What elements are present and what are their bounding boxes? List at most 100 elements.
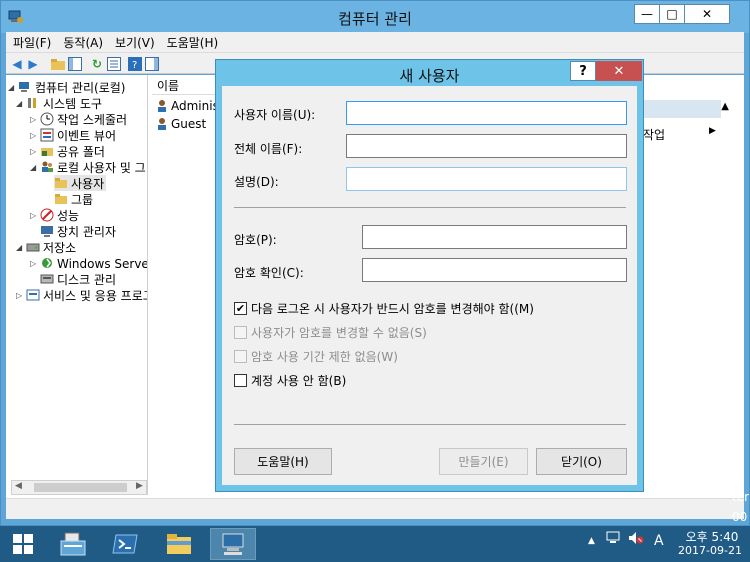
description-input[interactable]	[346, 167, 627, 191]
collapsed-arrow-icon: ▷	[30, 258, 37, 268]
file-explorer-icon	[167, 534, 191, 554]
show-hide-tree-icon[interactable]	[67, 56, 83, 72]
list-item[interactable]: Guest	[155, 116, 206, 132]
action-more[interactable]: 작업 ▶	[643, 126, 721, 143]
refresh-icon[interactable]: ↻	[89, 56, 105, 72]
collapse-up-icon[interactable]: ▲	[721, 101, 729, 112]
volume-muted-icon[interactable]	[628, 531, 644, 548]
tree-item-device-manager[interactable]: 장치 관리자	[40, 223, 116, 239]
expanded-arrow-icon: ◢	[30, 162, 37, 172]
tree-label: 서비스 및 응용 프로그	[43, 288, 148, 303]
menu-file[interactable]: 파일(F)	[13, 34, 51, 51]
tree-label: 디스크 관리	[57, 272, 117, 287]
expanded-arrow-icon: ◢	[16, 98, 23, 108]
tree-item-root[interactable]: ◢ 컴퓨터 관리(로컬)	[8, 79, 125, 95]
tree-item-storage[interactable]: ◢ 저장소	[16, 239, 76, 255]
tree-horizontal-scrollbar[interactable]: ◀ ▶	[11, 480, 147, 495]
up-folder-icon[interactable]	[50, 56, 66, 72]
backup-icon	[42, 258, 52, 268]
menu-help[interactable]: 도움말(H)	[167, 34, 219, 51]
collapsed-arrow-icon: ▷	[30, 210, 37, 220]
help-button[interactable]: 도움말(H)	[234, 448, 332, 475]
scroll-right-arrow-icon[interactable]: ▶	[136, 481, 143, 491]
account-disabled-checkbox[interactable]: 계정 사용 안 함(B)	[234, 372, 346, 389]
dialog-help-button[interactable]: ?	[570, 61, 596, 81]
user-icon	[158, 118, 166, 130]
cannot-change-password-checkbox[interactable]: 사용자가 암호를 변경할 수 없음(S)	[234, 324, 427, 341]
start-button[interactable]	[0, 528, 46, 560]
tree-label: 공유 폴더	[57, 144, 105, 159]
clock-date[interactable]: 2017-09-21	[675, 544, 745, 557]
clock-icon	[40, 112, 54, 126]
checkbox-unchecked-icon	[234, 374, 247, 387]
tree-label: 컴퓨터 관리(로컬)	[35, 80, 126, 95]
tree-item-task-scheduler[interactable]: ▷ 작업 스케줄러	[30, 111, 127, 127]
password-never-expires-checkbox[interactable]: 암호 사용 기간 제한 없음(W)	[234, 348, 398, 365]
collapsed-arrow-icon: ▷	[16, 290, 23, 300]
network-icon[interactable]	[606, 531, 622, 548]
submenu-arrow-icon: ▶	[709, 126, 716, 136]
tree-item-disk-management[interactable]: 디스크 관리	[40, 271, 116, 287]
dialog-body: 사용자 이름(U): 전체 이름(F): 설명(D): 암호(P): 암호 확인…	[222, 86, 637, 485]
taskbar-server-manager[interactable]	[50, 528, 96, 560]
taskbar-powershell[interactable]	[102, 528, 148, 560]
username-input[interactable]	[346, 101, 627, 125]
status-bar	[6, 498, 744, 519]
checkbox-label: 사용자가 암호를 변경할 수 없음(S)	[251, 326, 427, 340]
confirm-password-input[interactable]	[362, 258, 627, 282]
dialog-close-button[interactable]: ✕	[596, 61, 642, 81]
tree-item-local-users-groups[interactable]: ◢ 로컬 사용자 및 그	[30, 159, 146, 175]
create-button[interactable]: 만들기(E)	[439, 448, 528, 475]
tree-item-system-tools[interactable]: ◢ 시스템 도구	[16, 95, 102, 111]
checkbox-label: 암호 사용 기간 제한 없음(W)	[251, 350, 398, 364]
password-label: 암호(P):	[234, 233, 277, 247]
tree-item-users[interactable]: 사용자	[54, 175, 107, 191]
tray-overflow-arrow-icon[interactable]: ▲	[588, 536, 595, 546]
show-hide-action-pane-icon[interactable]	[144, 56, 160, 72]
forward-icon[interactable]: ▶	[25, 56, 41, 72]
scrollbar-thumb[interactable]	[34, 483, 127, 492]
back-icon[interactable]: ◀	[9, 56, 25, 72]
tools-icon	[28, 98, 36, 108]
tree-item-shared-folders[interactable]: ▷ 공유 폴더	[30, 143, 105, 159]
users-icon	[42, 161, 53, 172]
tree-item-services-applications[interactable]: ▷ 서비스 및 응용 프로그	[16, 287, 148, 303]
collapsed-arrow-icon: ▷	[30, 130, 37, 140]
fullname-label: 전체 이름(F):	[234, 142, 303, 156]
export-list-icon[interactable]	[106, 56, 122, 72]
fullname-input[interactable]	[346, 134, 627, 158]
performance-icon	[40, 208, 54, 222]
action-pane-header[interactable]: ▲	[643, 100, 729, 118]
tree-label: 사용자	[71, 176, 105, 191]
minimize-button[interactable]: —	[634, 4, 660, 24]
user-icon	[158, 100, 166, 112]
list-item-label: Guest	[171, 117, 207, 131]
password-input[interactable]	[362, 225, 627, 249]
help-icon[interactable]: ?	[127, 56, 143, 72]
computer-management-icon	[222, 533, 244, 555]
tree-item-groups[interactable]: 그룹	[54, 191, 93, 207]
checkbox-unchecked-icon	[234, 326, 247, 339]
tree-item-performance[interactable]: ▷ 성능	[30, 207, 79, 223]
clock-time[interactable]: 오후 5:40	[682, 528, 742, 545]
maximize-button[interactable]: □	[659, 4, 685, 24]
menu-view[interactable]: 보기(V)	[115, 34, 155, 51]
taskbar-file-explorer[interactable]	[156, 528, 202, 560]
close-button[interactable]: ✕	[684, 4, 730, 24]
must-change-password-checkbox[interactable]: ✔ 다음 로그온 시 사용자가 반드시 암호를 변경해야 함((M)	[234, 300, 534, 317]
taskbar-computer-management[interactable]	[210, 528, 256, 560]
windows-logo-icon	[13, 534, 33, 554]
scroll-left-arrow-icon[interactable]: ◀	[15, 481, 22, 491]
ime-indicator[interactable]: A	[654, 533, 664, 549]
server-manager-icon	[60, 532, 86, 556]
tree-item-windows-server-backup[interactable]: ▷ Windows Server 백	[30, 255, 147, 271]
tree-label: 로컬 사용자 및 그	[57, 160, 146, 175]
tree-label: 작업 스케줄러	[57, 112, 128, 127]
computer-management-icon	[19, 82, 29, 92]
close-dialog-button[interactable]: 닫기(O)	[536, 448, 627, 475]
column-header-name[interactable]: 이름	[152, 77, 222, 95]
menu-action[interactable]: 동작(A)	[63, 34, 103, 51]
device-manager-icon	[41, 226, 53, 237]
tree-item-event-viewer[interactable]: ▷ 이벤트 뷰어	[30, 127, 116, 143]
action-more-label: 작업	[643, 128, 666, 142]
